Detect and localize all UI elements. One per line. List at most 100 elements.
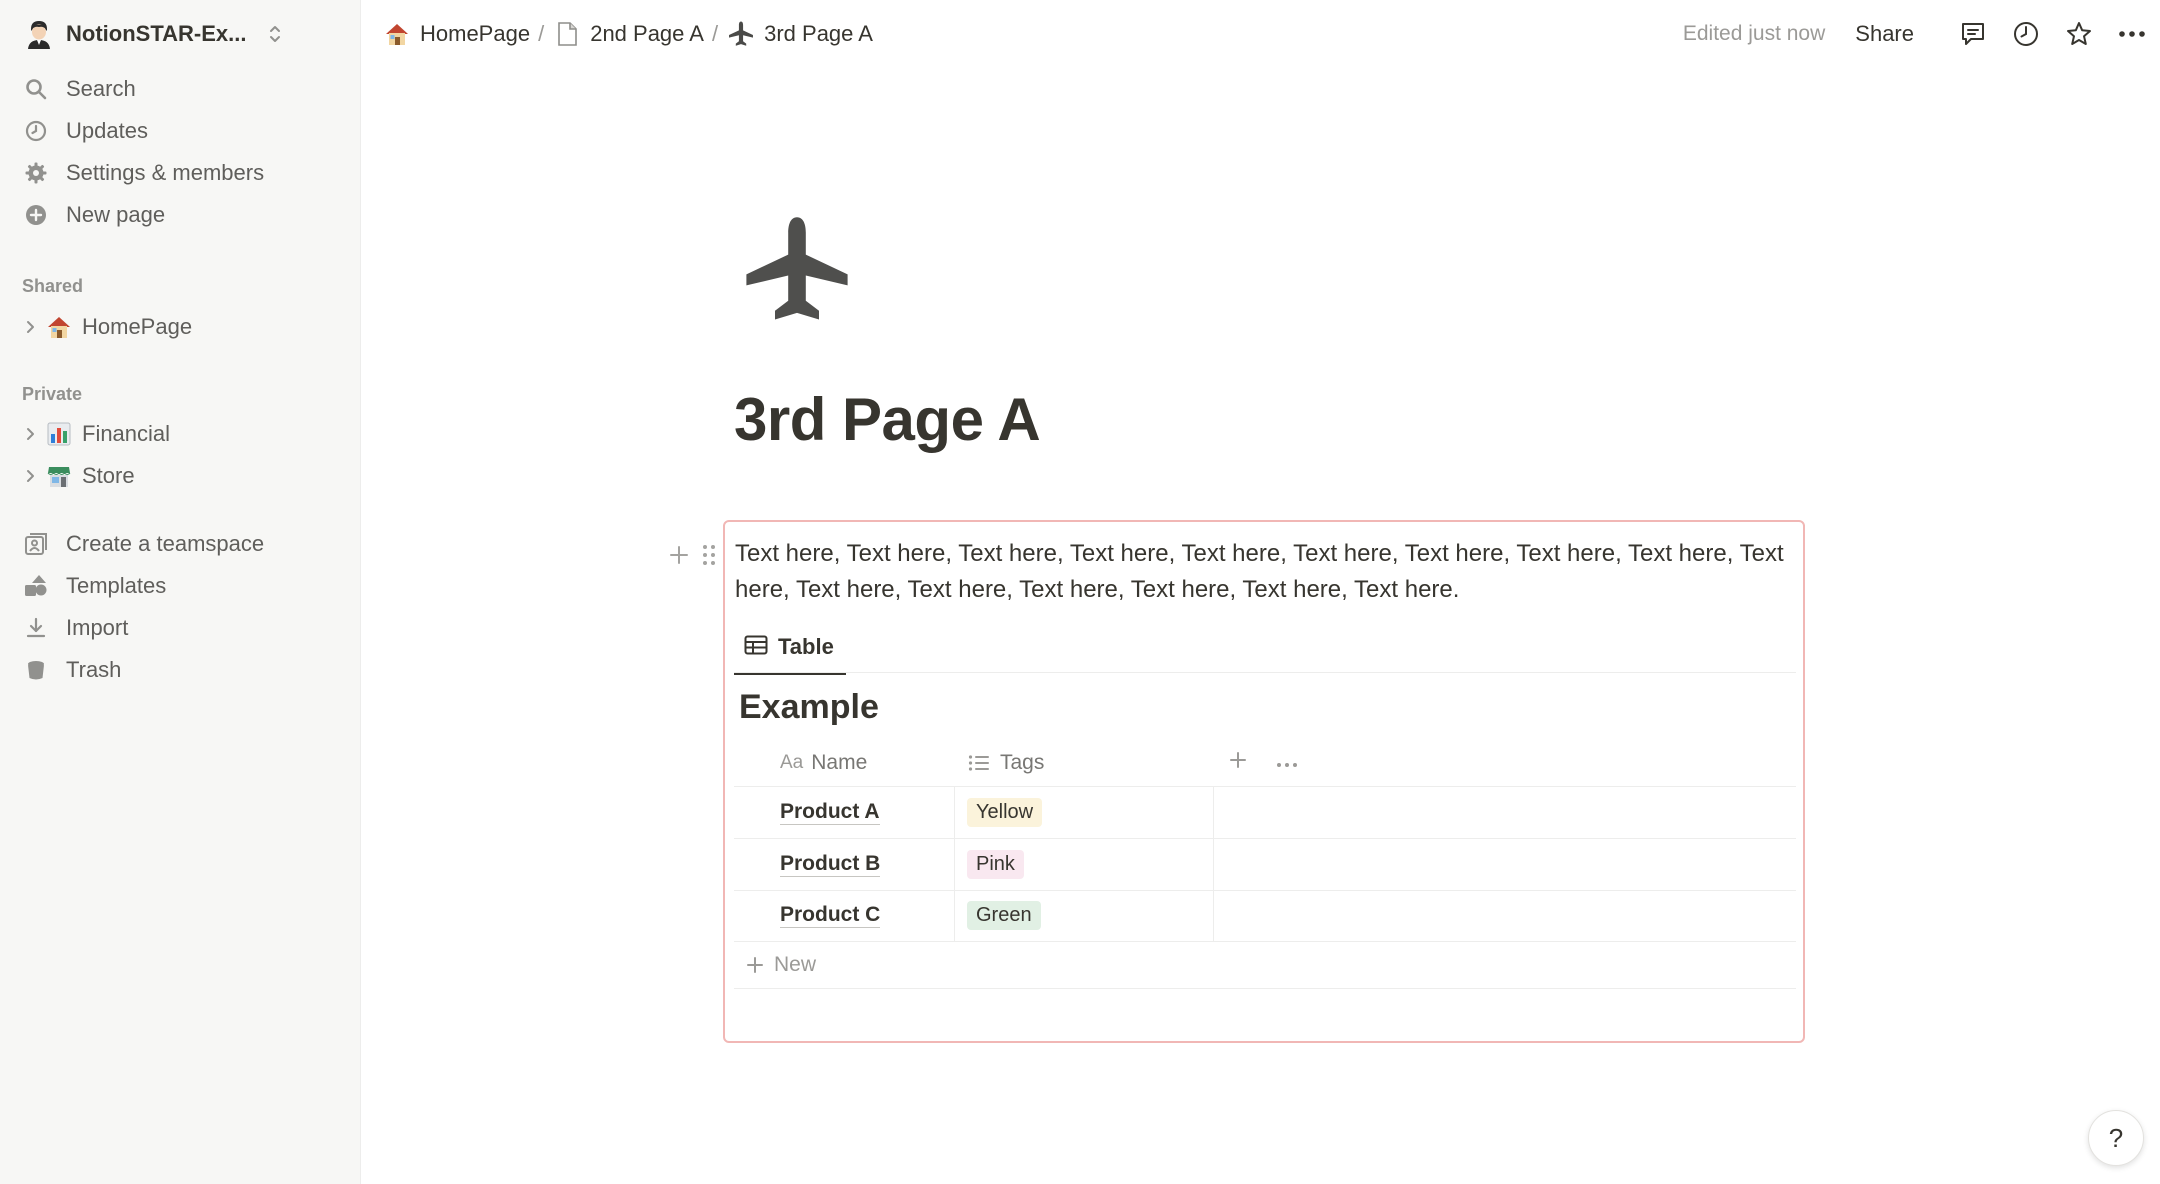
store-emoji-icon <box>44 461 74 491</box>
sidebar-item-settings[interactable]: Settings & members <box>22 153 264 193</box>
table-row[interactable]: Product B Pink <box>734 839 1796 891</box>
house-emoji-icon <box>44 312 74 342</box>
section-label-private: Private <box>22 384 83 404</box>
row-name: Product C <box>780 903 881 928</box>
row-name: Product A <box>780 800 880 825</box>
workspace-switcher[interactable]: NotionSTAR-Ex... <box>22 12 286 56</box>
table-row[interactable]: Product C Green <box>734 890 1796 942</box>
tabs-divider <box>734 672 1796 673</box>
row-name-cell[interactable]: Product B <box>734 839 954 890</box>
table-header: Aa Name Tags <box>734 740 1796 787</box>
sidebar-item-search[interactable]: Search <box>22 69 136 109</box>
property-options-button[interactable] <box>1262 740 1312 786</box>
row-tags-cell[interactable]: Yellow <box>954 787 1214 838</box>
sidebar-page-homepage[interactable]: HomePage <box>20 307 192 347</box>
comment-icon[interactable] <box>1955 16 1991 52</box>
breadcrumb-label: 3rd Page A <box>764 21 873 46</box>
sidebar-page-label: HomePage <box>82 314 193 339</box>
sidebar-item-trash[interactable]: Trash <box>22 650 121 690</box>
workspace-avatar-icon <box>22 17 56 51</box>
row-name-cell[interactable]: Product C <box>734 890 954 941</box>
search-icon <box>22 75 50 103</box>
sidebar-item-import[interactable]: Import <box>22 608 128 648</box>
workspace-name: NotionSTAR-Ex... <box>66 21 247 46</box>
column-label: Tags <box>1000 751 1045 774</box>
row-tags-cell[interactable]: Pink <box>954 839 1214 890</box>
breadcrumb-label: 2nd Page A <box>590 21 704 46</box>
plus-icon <box>1228 750 1248 776</box>
paragraph-text[interactable]: Text here, Text here, Text here, Text he… <box>735 536 1795 608</box>
more-options-icon[interactable] <box>2114 16 2150 52</box>
column-header-tags[interactable]: Tags <box>954 740 1214 786</box>
breadcrumb-item-3rd-page-a[interactable]: 3rd Page A <box>726 19 873 49</box>
sidebar: NotionSTAR-Ex... Search Updates Settings… <box>0 0 361 1184</box>
plus-circle-icon <box>22 201 50 229</box>
breadcrumb-separator: / <box>711 21 719 46</box>
add-property-button[interactable] <box>1214 740 1262 786</box>
tag-badge: Yellow <box>967 798 1043 827</box>
table-icon <box>744 635 768 660</box>
column-header-name[interactable]: Aa Name <box>734 740 954 786</box>
sidebar-item-label: Templates <box>66 573 167 598</box>
sidebar-page-financial[interactable]: Financial <box>20 414 170 454</box>
section-label-shared: Shared <box>22 276 84 296</box>
sidebar-item-label: Create a teamspace <box>66 531 265 556</box>
text-type-icon: Aa <box>780 752 804 773</box>
bar-chart-emoji-icon <box>44 419 74 449</box>
more-options-icon <box>1276 751 1298 775</box>
sidebar-item-templates[interactable]: Templates <box>22 566 166 606</box>
airplane-icon <box>726 19 756 49</box>
chevron-right-icon[interactable] <box>20 317 40 337</box>
breadcrumb-item-2nd-page-a[interactable]: 2nd Page A <box>552 19 704 49</box>
plus-icon <box>744 954 766 976</box>
sidebar-item-label: Settings & members <box>66 160 265 185</box>
add-block-plus-icon[interactable] <box>664 540 694 570</box>
page-airplane-icon[interactable] <box>742 215 852 325</box>
new-row-label: New <box>774 953 817 976</box>
add-new-row-button[interactable]: New <box>734 942 1796 989</box>
edited-status: Edited just now <box>1682 22 1826 45</box>
teamspace-icon <box>22 530 50 558</box>
table-row[interactable]: Product A Yellow <box>734 787 1796 839</box>
sidebar-page-label: Financial <box>82 421 171 446</box>
sidebar-item-new-page[interactable]: New page <box>22 195 165 235</box>
breadcrumb-separator: / <box>538 21 545 46</box>
house-emoji-icon <box>382 19 412 49</box>
tab-label: Table <box>778 634 834 659</box>
templates-icon <box>22 572 50 600</box>
row-name: Product B <box>780 852 881 877</box>
help-button[interactable]: ? <box>2088 1110 2144 1166</box>
block-handles <box>664 540 724 570</box>
sidebar-page-label: Store <box>82 463 135 488</box>
share-button[interactable]: Share <box>1855 21 1914 47</box>
download-icon <box>22 614 50 642</box>
tag-badge: Green <box>967 901 1041 930</box>
sidebar-item-updates[interactable]: Updates <box>22 111 148 151</box>
sidebar-item-label: New page <box>66 202 166 227</box>
sidebar-item-create-teamspace[interactable]: Create a teamspace <box>22 524 264 564</box>
tab-table-view[interactable]: Table <box>734 622 846 675</box>
star-icon[interactable] <box>2061 16 2097 52</box>
sidebar-item-label: Updates <box>66 118 148 143</box>
topbar-actions: Edited just now Share <box>1683 12 2150 56</box>
drag-handle-icon[interactable] <box>694 540 724 570</box>
chevron-right-icon[interactable] <box>20 424 40 444</box>
history-clock-icon[interactable] <box>2008 16 2044 52</box>
page-title[interactable]: 3rd Page A <box>734 385 1041 454</box>
tag-badge: Pink <box>967 850 1024 879</box>
sidebar-page-store[interactable]: Store <box>20 456 135 496</box>
breadcrumb-item-homepage[interactable]: HomePage <box>382 19 530 49</box>
row-tags-cell[interactable]: Green <box>954 890 1214 941</box>
breadcrumb-label: HomePage <box>420 21 531 46</box>
trash-icon <box>22 656 50 684</box>
page-icon <box>552 19 582 49</box>
chevron-updown-icon[interactable] <box>264 23 286 45</box>
chevron-right-icon[interactable] <box>20 466 40 486</box>
sidebar-item-label: Search <box>66 76 136 101</box>
clock-icon <box>22 117 50 145</box>
database-title[interactable]: Example <box>739 688 879 727</box>
gear-icon <box>22 159 50 187</box>
row-name-cell[interactable]: Product A <box>734 787 954 838</box>
sidebar-item-label: Trash <box>66 657 122 682</box>
breadcrumb: HomePage / 2nd Page A / 3rd Page A <box>382 14 873 54</box>
